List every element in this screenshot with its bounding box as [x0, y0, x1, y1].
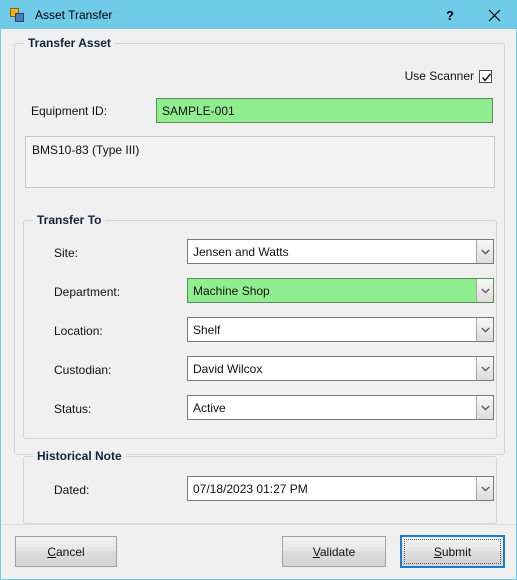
- validate-button[interactable]: Validate: [282, 536, 386, 567]
- title-bar-buttons: ?: [428, 1, 516, 29]
- location-label: Location:: [54, 324, 103, 338]
- cancel-button[interactable]: Cancel: [15, 536, 117, 567]
- close-icon[interactable]: [472, 1, 516, 29]
- checkbox-box[interactable]: [479, 69, 492, 83]
- chevron-down-icon[interactable]: [476, 477, 493, 500]
- equipment-id-label: Equipment ID:: [31, 104, 108, 118]
- custodian-value: David Wilcox: [193, 361, 263, 376]
- historical-note-group-title: Historical Note: [33, 449, 126, 463]
- validate-button-label: Validate: [312, 544, 356, 559]
- equipment-id-input[interactable]: SAMPLE-001: [156, 98, 493, 123]
- submit-button-label: Submit: [433, 544, 472, 559]
- transfer-to-group: Transfer To Site: Jensen and Watts Depar…: [23, 213, 497, 439]
- location-combobox[interactable]: Shelf: [187, 317, 494, 342]
- use-scanner-checkbox[interactable]: Use Scanner: [405, 69, 492, 83]
- use-scanner-label: Use Scanner: [404, 69, 474, 83]
- location-value: Shelf: [193, 322, 221, 337]
- transfer-asset-group-title: Transfer Asset: [24, 36, 115, 50]
- title-bar: Asset Transfer ?: [1, 1, 516, 29]
- dated-value: 07/18/2023 01:27 PM: [193, 481, 308, 496]
- site-combobox[interactable]: Jensen and Watts: [187, 239, 494, 264]
- status-value: Active: [193, 400, 226, 415]
- dated-datepicker[interactable]: 07/18/2023 01:27 PM: [187, 476, 494, 501]
- chevron-down-icon[interactable]: [476, 279, 493, 302]
- historical-note-group: Historical Note Dated: 07/18/2023 01:27 …: [23, 449, 497, 524]
- submit-button[interactable]: Submit: [400, 535, 505, 568]
- custodian-combobox[interactable]: David Wilcox: [187, 356, 494, 381]
- asset-transfer-icon: [10, 7, 26, 23]
- asset-transfer-window: Asset Transfer ? Transfer Asset Use Scan…: [0, 0, 517, 580]
- status-label: Status:: [54, 402, 92, 416]
- department-value: Machine Shop: [193, 283, 270, 298]
- chevron-down-icon[interactable]: [476, 240, 493, 263]
- check-icon: [481, 72, 492, 82]
- dialog-content-panel: Transfer Asset Use Scanner Equipment ID:…: [2, 30, 515, 525]
- department-combobox[interactable]: Machine Shop: [187, 278, 494, 303]
- site-label: Site:: [54, 246, 79, 260]
- transfer-asset-group: Transfer Asset Use Scanner Equipment ID:…: [14, 36, 505, 524]
- department-label: Department:: [54, 285, 121, 299]
- cancel-button-label: Cancel: [47, 544, 85, 559]
- chevron-down-icon[interactable]: [476, 318, 493, 341]
- chevron-down-icon[interactable]: [476, 396, 493, 419]
- site-value: Jensen and Watts: [193, 244, 289, 259]
- help-button[interactable]: ?: [428, 1, 472, 29]
- status-combobox[interactable]: Active: [187, 395, 494, 420]
- asset-description-text: BMS10-83 (Type III): [25, 136, 495, 188]
- chevron-down-icon[interactable]: [476, 357, 493, 380]
- window-title: Asset Transfer: [35, 8, 113, 22]
- custodian-label: Custodian:: [54, 363, 112, 377]
- dated-label: Dated:: [54, 483, 90, 497]
- transfer-to-group-title: Transfer To: [33, 213, 106, 227]
